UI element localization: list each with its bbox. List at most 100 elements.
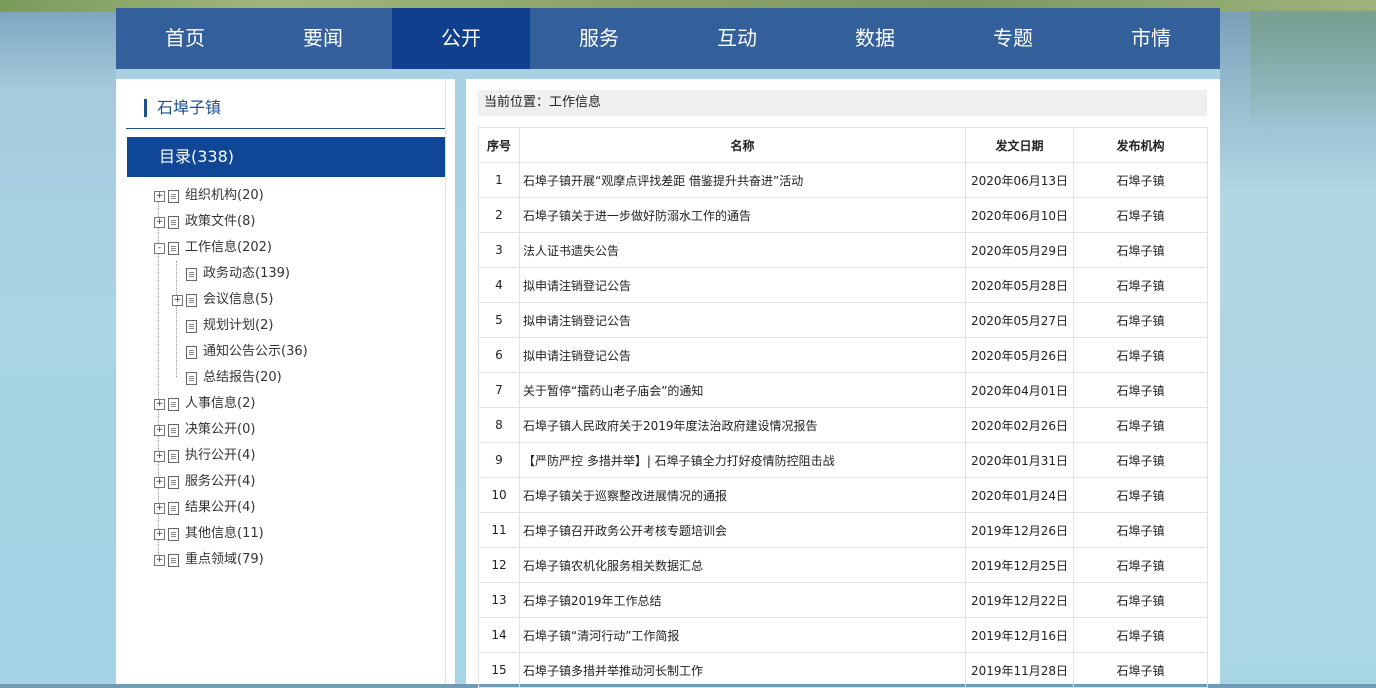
nav-item-public[interactable]: 公开 (392, 8, 530, 69)
row-publisher: 石埠子镇 (1073, 617, 1208, 653)
document-icon (168, 553, 179, 567)
nav-item-data[interactable]: 数据 (806, 8, 944, 69)
tree-item-policy[interactable]: + 政策文件(8) (154, 209, 255, 235)
collapse-icon[interactable]: - (154, 242, 165, 254)
table-row[interactable]: 5 拟申请注销登记公告 2020年05月27日 石埠子镇 (478, 302, 1208, 338)
row-publisher: 石埠子镇 (1073, 407, 1208, 443)
row-title-link[interactable]: 石埠子镇关于进一步做好防溺水工作的通告 (519, 197, 966, 233)
expand-icon[interactable]: + (154, 190, 165, 202)
row-title-link[interactable]: 石埠子镇农机化服务相关数据汇总 (519, 547, 966, 583)
tree-item-service[interactable]: + 服务公开(4) (154, 469, 255, 495)
document-icon (168, 241, 179, 255)
nav-item-topics[interactable]: 专题 (944, 8, 1082, 69)
expand-icon[interactable]: + (154, 502, 165, 514)
expand-icon[interactable]: + (154, 450, 165, 462)
expand-icon[interactable]: + (154, 528, 165, 540)
table-row[interactable]: 12 石埠子镇农机化服务相关数据汇总 2019年12月25日 石埠子镇 (478, 547, 1208, 583)
expand-icon[interactable]: + (154, 476, 165, 488)
row-title-link[interactable]: 石埠子镇召开政务公开考核专题培训会 (519, 512, 966, 548)
tree-item-label: 执行公开(4) (185, 448, 256, 463)
table-row[interactable]: 4 拟申请注销登记公告 2020年05月28日 石埠子镇 (478, 267, 1208, 303)
row-title-link[interactable]: 拟申请注销登记公告 (519, 337, 966, 373)
tree-item-org[interactable]: + 组织机构(20) (154, 183, 264, 209)
table-row[interactable]: 1 石埠子镇开展“观摩点评找差距 借鉴提升共奋进”活动 2020年06月13日 石埠子… (478, 162, 1208, 198)
row-number: 2 (478, 197, 520, 233)
table-row[interactable]: 10 石埠子镇关于巡察整改进展情况的通报 2020年01月24日 石埠子镇 (478, 477, 1208, 513)
tree-item-label: 其他信息(11) (185, 526, 264, 541)
row-title-link[interactable]: 法人证书遗失公告 (519, 232, 966, 268)
row-publisher: 石埠子镇 (1073, 302, 1208, 338)
row-title-link[interactable]: 石埠子镇多措并举推动河长制工作 (519, 652, 966, 688)
tree-item-label: 政务动态(139) (203, 266, 290, 281)
tree-item-notices[interactable]: 通知公告公示(36) (172, 339, 308, 365)
row-date: 2019年12月26日 (965, 512, 1074, 548)
nav-item-home[interactable]: 首页 (116, 8, 254, 69)
row-title-link[interactable]: 拟申请注销登记公告 (519, 302, 966, 338)
table-row[interactable]: 14 石埠子镇“清河行动”工作简报 2019年12月16日 石埠子镇 (478, 617, 1208, 653)
tree-item-label: 工作信息(202) (185, 240, 272, 255)
tree-item-other[interactable]: + 其他信息(11) (154, 521, 264, 547)
row-publisher: 石埠子镇 (1073, 442, 1208, 478)
tree-item-key-areas[interactable]: + 重点领域(79) (154, 547, 264, 573)
expand-icon[interactable]: + (154, 424, 165, 436)
column-header-date: 发文日期 (965, 127, 1074, 163)
row-publisher: 石埠子镇 (1073, 337, 1208, 373)
tree-item-label: 规划计划(2) (203, 318, 274, 333)
row-number: 13 (478, 582, 520, 618)
row-publisher: 石埠子镇 (1073, 232, 1208, 268)
row-title-link[interactable]: 【严防严控 多措并举】| 石埠子镇全力打好疫情防控阻击战 (519, 442, 966, 478)
row-number: 12 (478, 547, 520, 583)
tree-item-execution[interactable]: + 执行公开(4) (154, 443, 255, 469)
nav-item-service[interactable]: 服务 (530, 8, 668, 69)
table-row[interactable]: 2 石埠子镇关于进一步做好防溺水工作的通告 2020年06月10日 石埠子镇 (478, 197, 1208, 233)
row-title-link[interactable]: 拟申请注销登记公告 (519, 267, 966, 303)
table-header-row: 序号 名称 发文日期 发布机构 (478, 127, 1208, 163)
breadcrumb: 当前位置：工作信息 (478, 90, 1207, 116)
expand-icon[interactable]: + (172, 294, 183, 306)
nav-item-city-info[interactable]: 市情 (1082, 8, 1220, 69)
expand-icon[interactable]: + (154, 554, 165, 566)
document-icon (168, 423, 179, 437)
tree-item-personnel[interactable]: + 人事信息(2) (154, 391, 255, 417)
background-scenery-left (0, 12, 116, 684)
tree-item-meetings[interactable]: + 会议信息(5) (172, 287, 273, 313)
table-row[interactable]: 11 石埠子镇召开政务公开考核专题培训会 2019年12月26日 石埠子镇 (478, 512, 1208, 548)
row-title-link[interactable]: 石埠子镇人民政府关于2019年度法治政府建设情况报告 (519, 407, 966, 443)
tree-item-gov-news[interactable]: 政务动态(139) (172, 261, 290, 287)
tree-item-reports[interactable]: 总结报告(20) (172, 365, 282, 391)
row-title-link[interactable]: 关于暂停“擂药山老子庙会”的通知 (519, 372, 966, 408)
expand-icon[interactable]: + (154, 398, 165, 410)
tree-item-label: 决策公开(0) (185, 422, 256, 437)
row-publisher: 石埠子镇 (1073, 582, 1208, 618)
row-date: 2020年04月01日 (965, 372, 1074, 408)
table-row[interactable]: 6 拟申请注销登记公告 2020年05月26日 石埠子镇 (478, 337, 1208, 373)
tree-item-work-info[interactable]: - 工作信息(202) (154, 235, 272, 261)
document-icon (186, 319, 197, 333)
row-publisher: 石埠子镇 (1073, 652, 1208, 688)
nav-item-interaction[interactable]: 互动 (668, 8, 806, 69)
row-title-link[interactable]: 石埠子镇关于巡察整改进展情况的通报 (519, 477, 966, 513)
table-row[interactable]: 13 石埠子镇2019年工作总结 2019年12月22日 石埠子镇 (478, 582, 1208, 618)
nav-item-news[interactable]: 要闻 (254, 8, 392, 69)
table-row[interactable]: 3 法人证书遗失公告 2020年05月29日 石埠子镇 (478, 232, 1208, 268)
row-title-link[interactable]: 石埠子镇“清河行动”工作简报 (519, 617, 966, 653)
document-icon (186, 293, 197, 307)
table-row[interactable]: 8 石埠子镇人民政府关于2019年度法治政府建设情况报告 2020年02月26日 石埠… (478, 407, 1208, 443)
main-nav: 首页 要闻 公开 服务 互动 数据 专题 市情 (116, 8, 1220, 69)
table-row[interactable]: 7 关于暂停“擂药山老子庙会”的通知 2020年04月01日 石埠子镇 (478, 372, 1208, 408)
catalog-header[interactable]: 目录(338) (127, 137, 445, 177)
expand-icon[interactable]: + (154, 216, 165, 228)
tree-item-decision[interactable]: + 决策公开(0) (154, 417, 255, 443)
column-header-publisher: 发布机构 (1073, 127, 1208, 163)
row-publisher: 石埠子镇 (1073, 162, 1208, 198)
row-date: 2020年06月10日 (965, 197, 1074, 233)
row-title-link[interactable]: 石埠子镇2019年工作总结 (519, 582, 966, 618)
tree-item-label: 总结报告(20) (203, 370, 282, 385)
table-row[interactable]: 9 【严防严控 多措并举】| 石埠子镇全力打好疫情防控阻击战 2020年01月31日… (478, 442, 1208, 478)
tree-item-results[interactable]: + 结果公开(4) (154, 495, 255, 521)
row-title-link[interactable]: 石埠子镇开展“观摩点评找差距 借鉴提升共奋进”活动 (519, 162, 966, 198)
table-row[interactable]: 15 石埠子镇多措并举推动河长制工作 2019年11月28日 石埠子镇 (478, 652, 1208, 688)
document-icon (168, 397, 179, 411)
tree-item-plans[interactable]: 规划计划(2) (172, 313, 273, 339)
